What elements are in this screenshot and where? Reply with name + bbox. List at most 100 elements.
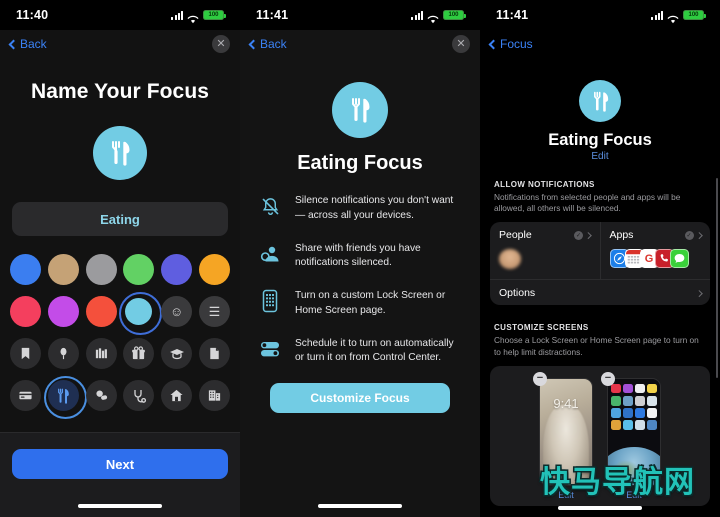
home-indicator xyxy=(558,506,642,510)
customize-screens-header: CUSTOMIZE SCREENS xyxy=(494,323,589,333)
feature-text: Turn on a custom Lock Screen or Home Scr… xyxy=(295,290,446,316)
fork-knife-icon xyxy=(112,141,130,166)
apps-header: Apps ✓ xyxy=(610,229,702,241)
color-swatch[interactable] xyxy=(85,296,117,327)
chevron-right-icon xyxy=(585,232,592,239)
statue-wallpaper-art xyxy=(543,404,589,485)
smiley-swatch[interactable]: ☺ xyxy=(161,296,193,327)
settings-scroll-area[interactable]: Eating Focus Edit ALLOW NOTIFICATIONS No… xyxy=(480,58,720,517)
home-screen-wallpaper xyxy=(608,378,660,485)
feature-item: Turn on a custom Lock Screen or Home Scr… xyxy=(258,288,462,319)
symbol-picker xyxy=(0,338,240,419)
battery-icon: 100 xyxy=(683,9,706,21)
feature-text: Schedule it to turn on automatically or … xyxy=(295,337,454,364)
back-button-focus[interactable]: Focus xyxy=(488,37,533,51)
color-swatch[interactable] xyxy=(10,296,41,327)
apps-label: Apps xyxy=(609,229,634,242)
battery-level: 100 xyxy=(448,12,459,18)
graduation-cap-icon[interactable] xyxy=(161,338,193,369)
people-label: People xyxy=(499,229,532,242)
pills-icon[interactable] xyxy=(85,380,117,411)
wifi-icon xyxy=(427,11,439,23)
color-swatch[interactable] xyxy=(47,296,79,327)
apps-column[interactable]: Apps ✓ G xyxy=(599,222,711,280)
color-swatch[interactable] xyxy=(10,254,41,285)
back-label: Back xyxy=(20,37,47,51)
chevron-left-icon xyxy=(248,39,259,49)
color-swatch[interactable] xyxy=(123,254,155,285)
credit-card-icon[interactable] xyxy=(10,380,41,411)
focus-symbol-preview xyxy=(332,82,388,138)
status-time: 11:40 xyxy=(16,8,49,22)
page-title: Name Your Focus xyxy=(30,80,210,103)
color-swatch-selected[interactable] xyxy=(119,292,163,335)
feature-text: Silence notifications you don't want — a… xyxy=(295,195,454,221)
back-button[interactable]: Back xyxy=(8,37,47,51)
wifi-icon xyxy=(667,11,679,23)
close-button[interactable]: ✕ xyxy=(452,35,470,53)
fork-knife-icon-selected[interactable] xyxy=(43,376,87,419)
chrome-glyph: G xyxy=(644,252,654,265)
list-icon: ☰ xyxy=(198,296,230,327)
navigation-bar: Back ✕ xyxy=(0,30,240,58)
back-label: Focus xyxy=(500,37,533,51)
home-screen-edit-link[interactable]: Edit xyxy=(607,490,661,500)
fork-knife-icon xyxy=(352,98,370,123)
cellular-signal-icon xyxy=(171,10,183,20)
building-icon[interactable] xyxy=(198,380,230,411)
smiley-icon: ☺ xyxy=(161,296,193,327)
focus-hero: Eating Focus xyxy=(240,82,480,175)
balloon-icon[interactable] xyxy=(47,338,79,369)
list-swatch[interactable]: ☰ xyxy=(198,296,230,327)
next-button[interactable]: Next xyxy=(12,449,228,479)
status-indicators: 100 xyxy=(171,9,226,23)
people-header: People ✓ xyxy=(499,229,592,242)
people-column[interactable]: People ✓ xyxy=(490,222,600,279)
focus-symbol-preview xyxy=(93,126,147,180)
phone-screen-eating-focus-intro: 11:41 100 Back ✕ Eating Focus Silence no… xyxy=(240,0,480,517)
color-swatch[interactable] xyxy=(198,254,230,285)
cellular-signal-icon xyxy=(651,10,663,20)
people-accessory: ✓ xyxy=(574,230,592,240)
home-screen-app-grid xyxy=(611,383,657,430)
focus-name-input[interactable]: Eating xyxy=(12,202,228,236)
color-swatch[interactable] xyxy=(47,254,79,285)
minus-icon[interactable]: − xyxy=(533,371,547,386)
symbol-row-2 xyxy=(10,376,230,419)
chevron-left-icon xyxy=(488,39,499,49)
status-indicators: 100 xyxy=(411,9,466,23)
iphone-icon xyxy=(258,288,282,314)
status-time: 11:41 xyxy=(496,8,529,22)
bookmark-icon[interactable] xyxy=(10,338,41,369)
gift-icon[interactable] xyxy=(123,338,155,369)
options-row[interactable]: Options xyxy=(490,279,710,305)
phone-screen-focus-settings: 11:41 100 Focus Eating Focus Edit ALLOW … xyxy=(480,0,720,517)
feature-list: Silence notifications you don't want — a… xyxy=(240,193,480,366)
lock-screen-edit-link[interactable]: Edit xyxy=(539,490,593,500)
house-icon[interactable] xyxy=(161,380,193,411)
apps-accessory: ✓ xyxy=(684,230,702,240)
color-swatch[interactable] xyxy=(161,254,193,285)
lock-screen-preview[interactable]: − 9:41 Edit xyxy=(533,371,593,500)
home-screen-frame[interactable] xyxy=(607,377,661,486)
allowed-app-icons: G xyxy=(609,249,702,269)
books-icon[interactable] xyxy=(85,338,117,369)
navigation-bar: Back ✕ xyxy=(240,30,480,58)
close-button[interactable]: ✕ xyxy=(212,35,230,53)
wifi-icon xyxy=(187,11,199,23)
options-label: Options xyxy=(499,286,536,299)
scrollbar[interactable] xyxy=(715,178,718,378)
edit-focus-link[interactable]: Edit xyxy=(480,151,720,162)
customize-focus-button[interactable]: Customize Focus xyxy=(270,383,450,414)
stethoscope-icon[interactable] xyxy=(123,380,155,411)
color-swatch-row-1 xyxy=(10,254,230,285)
phone-screen-name-your-focus: 11:40 100 Back ✕ Name Your Focus Eating … xyxy=(0,0,240,517)
allow-notifications-subtitle: Notifications from selected people and a… xyxy=(494,192,681,214)
color-swatch[interactable] xyxy=(85,254,117,285)
document-icon[interactable] xyxy=(198,338,230,369)
lock-screen-frame[interactable]: 9:41 xyxy=(539,377,593,486)
home-screen-preview[interactable]: − Edit xyxy=(601,371,661,500)
page-title: Eating Focus xyxy=(548,131,652,149)
back-button[interactable]: Back xyxy=(248,37,287,51)
minus-icon[interactable]: − xyxy=(601,371,615,386)
